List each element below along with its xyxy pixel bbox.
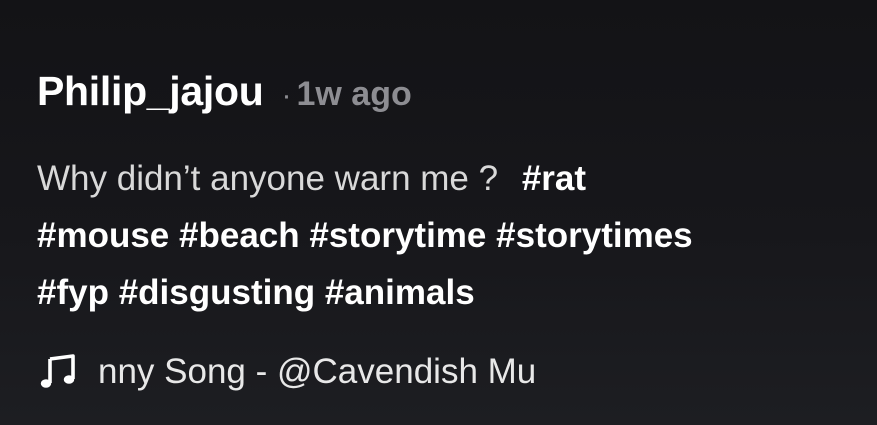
hashtag-fyp[interactable]: #fyp xyxy=(37,273,109,312)
caption-text: Why didn’t anyone warn me ? xyxy=(37,159,499,198)
sound-name[interactable]: nny Song - @Cavendish Mu xyxy=(98,352,698,392)
hashtag-storytimes[interactable]: #storytimes xyxy=(496,216,692,255)
caption-line-1: Why didn’t anyone warn me ? #rat xyxy=(37,150,857,207)
caption-line-3: #fyp #disgusting #animals xyxy=(37,264,857,321)
post-time: 1w ago xyxy=(296,75,412,113)
hashtag-disgusting[interactable]: #disgusting xyxy=(119,273,315,312)
separator-dot: · xyxy=(281,79,292,112)
video-caption: Why didn’t anyone warn me ? #rat #mouse … xyxy=(37,150,857,321)
hashtag-mouse[interactable]: #mouse xyxy=(37,216,169,255)
hashtag-beach[interactable]: #beach xyxy=(179,216,300,255)
caption-line-2: #mouse #beach #storytime #storytimes xyxy=(37,207,857,264)
hashtag-rat[interactable]: #rat xyxy=(522,159,586,198)
author-username[interactable]: Philip_jajou xyxy=(37,68,264,115)
author-row: Philip_jajou · 1w ago xyxy=(37,68,412,115)
hashtag-animals[interactable]: #animals xyxy=(325,273,475,312)
video-info-overlay: Philip_jajou · 1w ago Why didn’t anyone … xyxy=(0,0,877,425)
hashtag-storytime[interactable]: #storytime xyxy=(309,216,486,255)
music-row[interactable]: nny Song - @Cavendish Mu xyxy=(39,352,698,392)
music-note-icon xyxy=(40,354,75,388)
